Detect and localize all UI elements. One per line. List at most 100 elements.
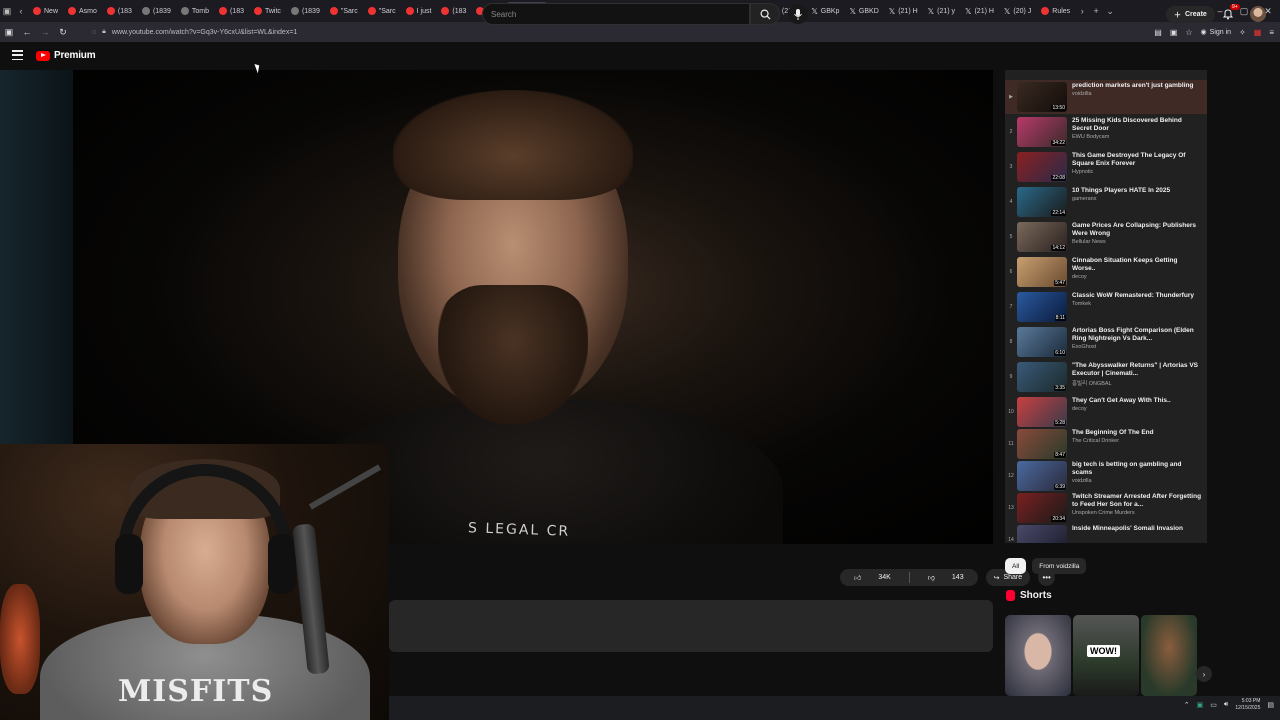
like-button[interactable]: 👍︎ 34K	[840, 573, 905, 582]
youtube-favicon-icon	[253, 7, 262, 15]
playlist-item-duration: 5:47	[1054, 280, 1066, 286]
sign-in-button[interactable]: ◉ Sign in	[1201, 28, 1232, 37]
notifications-button[interactable]: 9+	[1222, 4, 1240, 25]
search-input[interactable]: Search	[482, 3, 750, 25]
playlist-item[interactable]: 7 8:11 Classic WoW Remastered: Thunderfury…	[1005, 290, 1207, 324]
create-button[interactable]: ＋ Create	[1166, 6, 1215, 23]
new-tab-icon[interactable]: +	[1089, 6, 1103, 16]
tab-label: I just	[416, 7, 432, 15]
tray-chevron-icon[interactable]: ⌃	[1184, 701, 1190, 709]
tab-scroll-right-icon[interactable]: ›	[1075, 6, 1089, 16]
browser-tab[interactable]: (1839	[137, 2, 176, 20]
avatar[interactable]	[1250, 6, 1266, 22]
extension-badge-icon[interactable]: ▦	[1254, 28, 1262, 37]
playlist-item-thumbnail: 34:22	[1017, 117, 1067, 147]
volume-icon[interactable]: 🔊︎	[1224, 701, 1228, 709]
playlist-item-duration: 3:35	[1054, 385, 1066, 391]
tab-list-dropdown-icon[interactable]: ⌄	[1103, 6, 1117, 17]
reader-icon[interactable]: ▤	[1154, 28, 1162, 37]
sidebar-toggle-icon[interactable]: ▣	[0, 6, 14, 17]
youtube-header: Premium	[0, 42, 1280, 70]
playlist-item-index: 10	[1008, 409, 1014, 415]
browser-tab[interactable]: 𝕏 (20) J	[999, 2, 1036, 20]
window-controls: – ▢ ✕	[1208, 0, 1280, 22]
playlist-item[interactable]: 12 6:39 big tech is betting on gambling an…	[1005, 459, 1207, 493]
playlist-item-title: Classic WoW Remastered: Thunderfury	[1072, 292, 1194, 299]
playlist-item[interactable]: 2 34:22 25 Missing Kids Discovered Behind …	[1005, 115, 1207, 149]
playlist-item-text: 10 Things Players HATE In 2025 gameranx	[1072, 185, 1202, 219]
search-button[interactable]	[750, 3, 780, 25]
playlist-item-thumbnail: 5:28	[1017, 397, 1067, 427]
playlist-item-thumbnail: 5:47	[1017, 257, 1067, 287]
app-menu-icon[interactable]: ≡	[1269, 28, 1274, 37]
voice-search-button[interactable]	[788, 4, 808, 24]
playlist-item[interactable]: 4 22:14 10 Things Players HATE In 2025 game…	[1005, 185, 1207, 219]
playlist-item[interactable]: 5 14:12 Game Prices Are Collapsing: Publis…	[1005, 220, 1207, 254]
playlist-item[interactable]: 10 5:28 They Can't Get Away With This.. dec…	[1005, 395, 1207, 429]
browser-tab[interactable]: Asmo	[63, 2, 102, 20]
address-bar[interactable]: ◌ 🔒︎ www.youtube.com/watch?v=Gq3v-Y6cxU&…	[92, 28, 297, 36]
chip-from-channel[interactable]: From voidzilla	[1032, 558, 1087, 574]
playlist-item-index: 7	[1009, 304, 1013, 310]
forward-icon[interactable]: →	[36, 27, 54, 37]
browser-tab[interactable]: (183	[214, 2, 249, 20]
browser-tab[interactable]: Tomb	[176, 2, 214, 20]
playlist-item-text: Twitch Streamer Arrested After Forgettin…	[1072, 491, 1202, 525]
browser-tab[interactable]: I just	[401, 2, 437, 20]
playlist-item[interactable]: ▶ 13:50 prediction markets aren't just gam…	[1005, 80, 1207, 114]
browser-tab[interactable]: 𝕏 GBKp	[806, 2, 844, 20]
playlist-item-duration: 13:50	[1051, 105, 1066, 111]
reload-icon[interactable]: ↻	[54, 27, 72, 38]
short-overlay-text: WOW!	[1087, 645, 1120, 657]
video-person-beard	[438, 285, 588, 425]
playlist-item-channel: 흥빌리 ONGBAL	[1072, 381, 1112, 387]
browser-tab[interactable]: (183	[436, 2, 471, 20]
playlist-item[interactable]: 3 22:08 This Game Destroyed The Legacy Of …	[1005, 150, 1207, 184]
tab-scroll-left-icon[interactable]: ‹	[14, 6, 28, 16]
dislike-button[interactable]: 👎︎ 143	[914, 573, 978, 582]
x-logo-icon: 𝕏	[811, 6, 818, 16]
short-thumbnail[interactable]	[1141, 615, 1197, 696]
browser-tab[interactable]: 𝕏 GBKD	[844, 2, 883, 20]
clock[interactable]: 5:03 PM 12/15/2025	[1235, 698, 1260, 712]
playlist-item-index: 6	[1009, 269, 1013, 275]
playlist-item[interactable]: 14 Inside Minneapolis' Somali Invasion	[1005, 523, 1207, 543]
notification-center-icon[interactable]: ▤	[1267, 701, 1274, 709]
chip-all[interactable]: All	[1005, 558, 1027, 574]
browser-tab[interactable]: Rules	[1036, 2, 1075, 20]
playlist-item[interactable]: 6 5:47 Cinnabon Situation Keeps Getting Wo…	[1005, 255, 1207, 289]
description-box[interactable]	[389, 600, 993, 652]
browser-tab[interactable]: 𝕏(21) H	[960, 2, 999, 20]
playlist-item-text: Cinnabon Situation Keeps Getting Worse..…	[1072, 255, 1202, 289]
browser-tab[interactable]: (1839	[286, 2, 325, 20]
short-thumbnail[interactable]	[1005, 615, 1071, 696]
youtube-play-icon	[36, 50, 50, 61]
hamburger-menu-icon[interactable]	[12, 50, 23, 60]
sidebar-icon[interactable]: ▣	[0, 27, 18, 38]
back-icon[interactable]: ←	[18, 27, 36, 37]
playlist-item[interactable]: 13 20:34 Twitch Streamer Arrested After Fo…	[1005, 491, 1207, 525]
youtube-favicon-icon	[329, 7, 338, 15]
short-thumbnail[interactable]: WOW!	[1073, 615, 1139, 696]
browser-tab[interactable]: "Sarc	[363, 2, 401, 20]
browser-tab[interactable]: New	[28, 2, 63, 20]
tray-app-icon[interactable]: ▣	[1197, 701, 1204, 709]
playlist-item[interactable]: 8 6:10 Artorias Boss Fight Comparison (Eld…	[1005, 325, 1207, 359]
network-icon[interactable]: ▭	[1210, 701, 1217, 709]
youtube-premium-logo[interactable]: Premium	[36, 50, 96, 61]
browser-tab[interactable]: Twitc	[249, 2, 286, 20]
extensions-icon[interactable]: ✧	[1239, 28, 1246, 37]
playlist-item[interactable]: 9 3:35 "The Abysswalker Returns" | Artoria…	[1005, 360, 1207, 394]
playlist-item-channel: Bellular News	[1072, 239, 1106, 245]
bookmark-star-icon[interactable]: ☆	[1185, 28, 1192, 37]
shorts-next-button[interactable]: ›	[1196, 666, 1212, 682]
browser-tab[interactable]: 𝕏(21) H	[884, 2, 923, 20]
video-person-hair	[393, 90, 633, 200]
browser-tab[interactable]: (183	[102, 2, 137, 20]
playlist-item[interactable]: 11 8:47 The Beginning Of The End The Critic…	[1005, 427, 1207, 461]
youtube-favicon-icon	[1041, 7, 1050, 15]
pip-icon[interactable]: ▣	[1170, 28, 1178, 37]
browser-tab[interactable]: 𝕏 (21) y	[923, 2, 960, 20]
playlist-item-channel: ExoGhost	[1072, 344, 1097, 350]
browser-tab[interactable]: "Sarc	[325, 2, 363, 20]
